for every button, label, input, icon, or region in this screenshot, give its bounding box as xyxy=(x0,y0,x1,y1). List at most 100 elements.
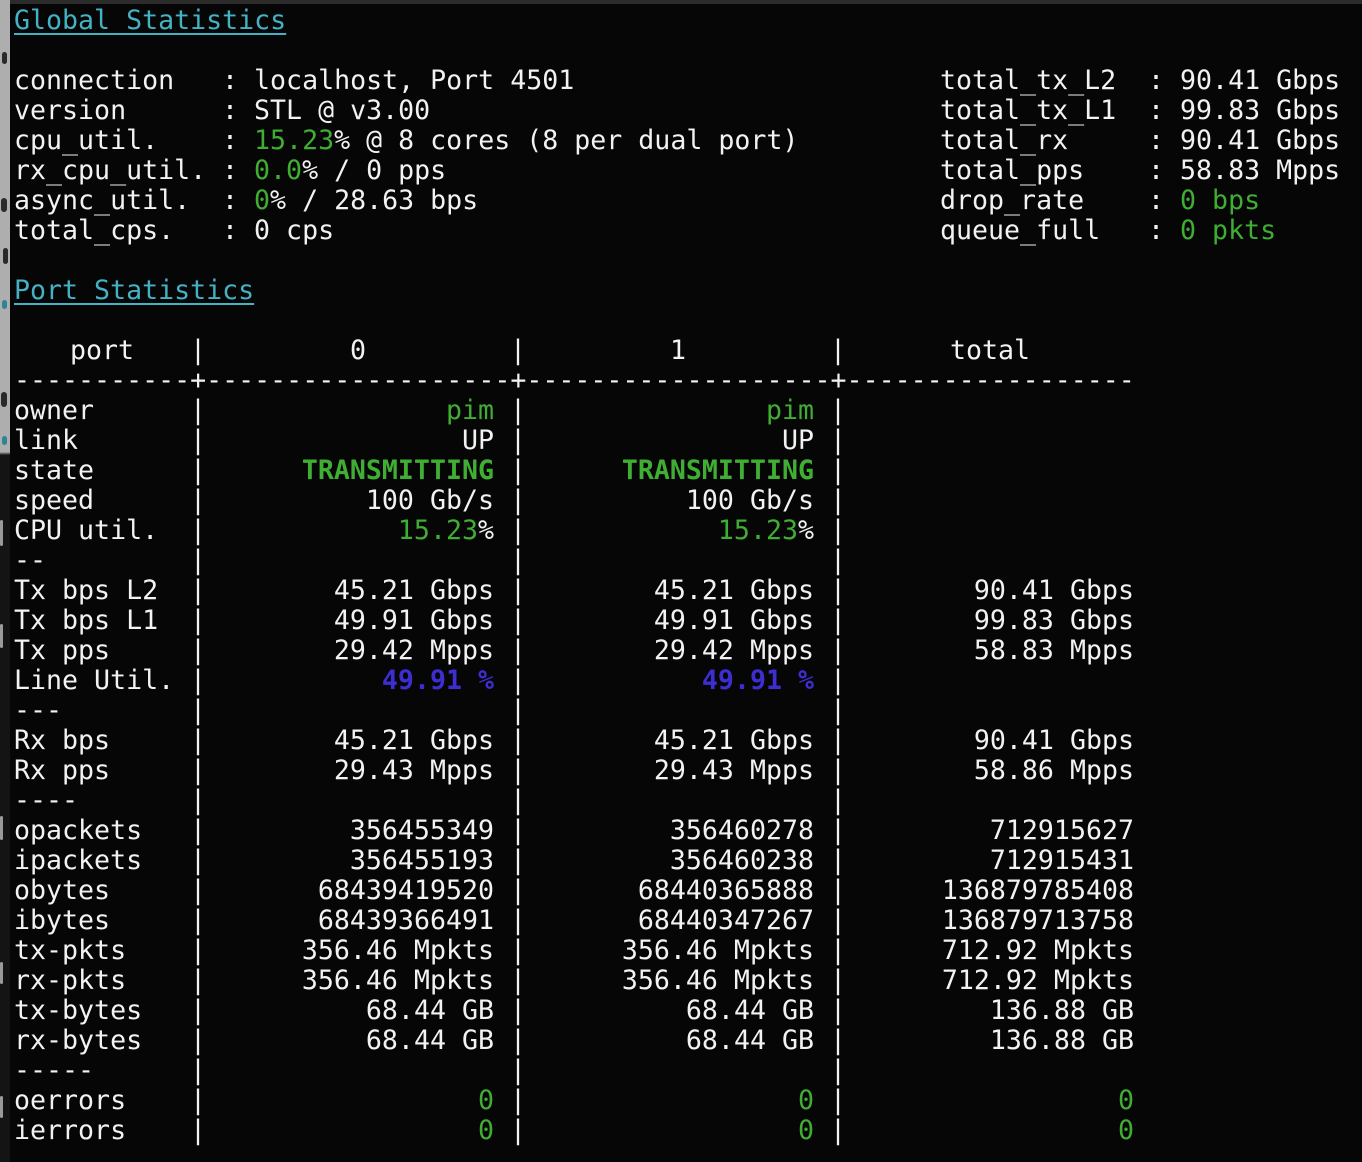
global-stat-label: total_pps xyxy=(940,156,1148,186)
port-cell-1: 49.91 Gbps xyxy=(526,606,830,636)
port-stat-label: obytes xyxy=(14,876,190,906)
global-stat-label: total_tx_L2 xyxy=(940,66,1148,96)
colon-separator: : xyxy=(1148,66,1180,96)
stat-value-segment: 58.83 Mpps xyxy=(974,635,1134,666)
port-stat-row: CPU util.|15.23%|15.23%| xyxy=(14,516,1362,546)
stat-value-segment: 68.44 GB xyxy=(686,1025,814,1056)
column-separator-bar: | xyxy=(190,1086,206,1116)
port-stat-row: Rx pps|29.43 Mpps|29.43 Mpps|58.86 Mpps xyxy=(14,756,1362,786)
column-separator-bar: | xyxy=(190,336,206,366)
column-separator-bar: | xyxy=(190,606,206,636)
stat-value-segment: % / 0 pps xyxy=(302,156,446,186)
column-separator-bar: | xyxy=(510,1056,526,1086)
port-cell-total: 0 xyxy=(846,1116,1134,1146)
column-separator-bar: | xyxy=(510,1026,526,1056)
colon-separator: : xyxy=(222,126,254,156)
background-window-glyph-fragment xyxy=(2,300,7,309)
port-stat-row: Rx bps|45.21 Gbps|45.21 Gbps|90.41 Gbps xyxy=(14,726,1362,756)
port-cell-total: 712.92 Mpkts xyxy=(846,936,1134,966)
port-stat-row: state|TRANSMITTING|TRANSMITTING| xyxy=(14,456,1362,486)
port-cell-0: 0 xyxy=(206,1086,510,1116)
port-cell-1: 0 xyxy=(526,1086,830,1116)
global-stat-row: async_util.: 0% / 28.63 bps xyxy=(14,186,798,216)
divider-dashes: ----- xyxy=(14,1056,190,1086)
stat-value-segment: TRANSMITTING xyxy=(302,455,494,486)
port-cell-1: 356460278 xyxy=(526,816,830,846)
background-window-glyph-fragment xyxy=(0,962,3,984)
column-separator-bar: | xyxy=(830,786,846,816)
colon-separator: : xyxy=(1148,186,1180,216)
column-separator-bar: | xyxy=(510,696,526,726)
port-cell-0: 29.43 Mpps xyxy=(206,756,510,786)
background-window-glyph-fragment xyxy=(2,436,7,445)
stat-value-segment: 136879713758 xyxy=(942,905,1134,936)
column-separator-bar: | xyxy=(830,756,846,786)
stat-value-segment: 45.21 Gbps xyxy=(654,575,814,606)
port-cell-0 xyxy=(206,546,510,576)
port-stat-label: Rx pps xyxy=(14,756,190,786)
global-stat-row: rx_cpu_util.: 0.0% / 0 pps xyxy=(14,156,798,186)
global-stats-right-column: total_tx_L2: 90.41 Gbpstotal_tx_L1: 99.8… xyxy=(940,66,1340,246)
background-window-glyph-fragment xyxy=(0,1096,3,1118)
background-window-glyph-fragment xyxy=(0,816,3,840)
column-separator-bar: | xyxy=(510,816,526,846)
column-separator-bar: | xyxy=(190,516,206,546)
terminal-screen[interactable]: Global Statistics connection: localhost,… xyxy=(0,0,1362,1162)
port-cell-1: TRANSMITTING xyxy=(526,456,830,486)
column-separator-bar: | xyxy=(830,936,846,966)
port-stat-label: Tx pps xyxy=(14,636,190,666)
port-cell-1: 0 xyxy=(526,1116,830,1146)
port-cell-0: 45.21 Gbps xyxy=(206,576,510,606)
stat-value-segment: 356460238 xyxy=(670,845,814,876)
port-stat-label: ipackets xyxy=(14,846,190,876)
stat-value-segment: 29.42 Mpps xyxy=(334,635,494,666)
stat-value-segment: 68439366491 xyxy=(318,905,494,936)
column-separator-bar: | xyxy=(190,996,206,1026)
stat-value-segment: 712915627 xyxy=(990,815,1134,846)
column-separator-bar: | xyxy=(830,1026,846,1056)
port-stat-row: Tx bps L2|45.21 Gbps|45.21 Gbps|90.41 Gb… xyxy=(14,576,1362,606)
global-stat-row: version: STL @ v3.00 xyxy=(14,96,798,126)
stat-value-segment: 90.41 Gbps xyxy=(974,725,1134,756)
divider-dashes: --- xyxy=(14,696,190,726)
port-cell-0: 356455193 xyxy=(206,846,510,876)
column-separator-bar: | xyxy=(510,636,526,666)
port-cell-0: 100 Gb/s xyxy=(206,486,510,516)
port-stat-label: rx-pkts xyxy=(14,966,190,996)
colon-separator: : xyxy=(1148,216,1180,246)
port-cell-total: 136.88 GB xyxy=(846,1026,1134,1056)
column-header-0: 0 xyxy=(206,336,510,366)
column-separator-bar: | xyxy=(510,1086,526,1116)
port-cell-1: 15.23% xyxy=(526,516,830,546)
stat-value-segment: 356455349 xyxy=(350,815,494,846)
blank-line xyxy=(14,36,1362,66)
stat-value-segment: 68440365888 xyxy=(638,875,814,906)
terminal-content: Global Statistics connection: localhost,… xyxy=(10,0,1362,1162)
port-cell-1: 356460238 xyxy=(526,846,830,876)
global-stat-label: total_tx_L1 xyxy=(940,96,1148,126)
port-cell-total: 136879785408 xyxy=(846,876,1134,906)
column-separator-bar: | xyxy=(830,996,846,1026)
port-stat-row: tx-bytes|68.44 GB|68.44 GB|136.88 GB xyxy=(14,996,1362,1026)
port-stat-row: obytes|68439419520|68440365888|136879785… xyxy=(14,876,1362,906)
stat-value-segment: 0 xyxy=(478,1115,494,1146)
stat-value-segment: 58.86 Mpps xyxy=(974,755,1134,786)
background-window-glyph-fragment xyxy=(1,198,7,212)
stat-value-segment: 356.46 Mpkts xyxy=(622,935,814,966)
column-separator-bar: | xyxy=(510,876,526,906)
stat-value-segment: 356.46 Mpkts xyxy=(622,965,814,996)
port-cell-total xyxy=(846,516,1134,546)
column-separator-bar: | xyxy=(190,636,206,666)
global-stats-left-column: connection: localhost, Port 4501version:… xyxy=(14,66,798,246)
stat-value-segment: 68.44 GB xyxy=(366,1025,494,1056)
port-stat-label: opackets xyxy=(14,816,190,846)
port-stat-label: oerrors xyxy=(14,1086,190,1116)
column-separator-bar: | xyxy=(830,516,846,546)
background-window-edge xyxy=(0,0,10,1162)
column-header-port: port xyxy=(14,336,190,366)
stat-value-segment: % xyxy=(798,515,814,546)
stat-value-segment: 356.46 Mpkts xyxy=(302,965,494,996)
port-cell-total xyxy=(846,1056,1134,1086)
port-cell-0: 15.23% xyxy=(206,516,510,546)
port-cell-0: 0 xyxy=(206,1116,510,1146)
